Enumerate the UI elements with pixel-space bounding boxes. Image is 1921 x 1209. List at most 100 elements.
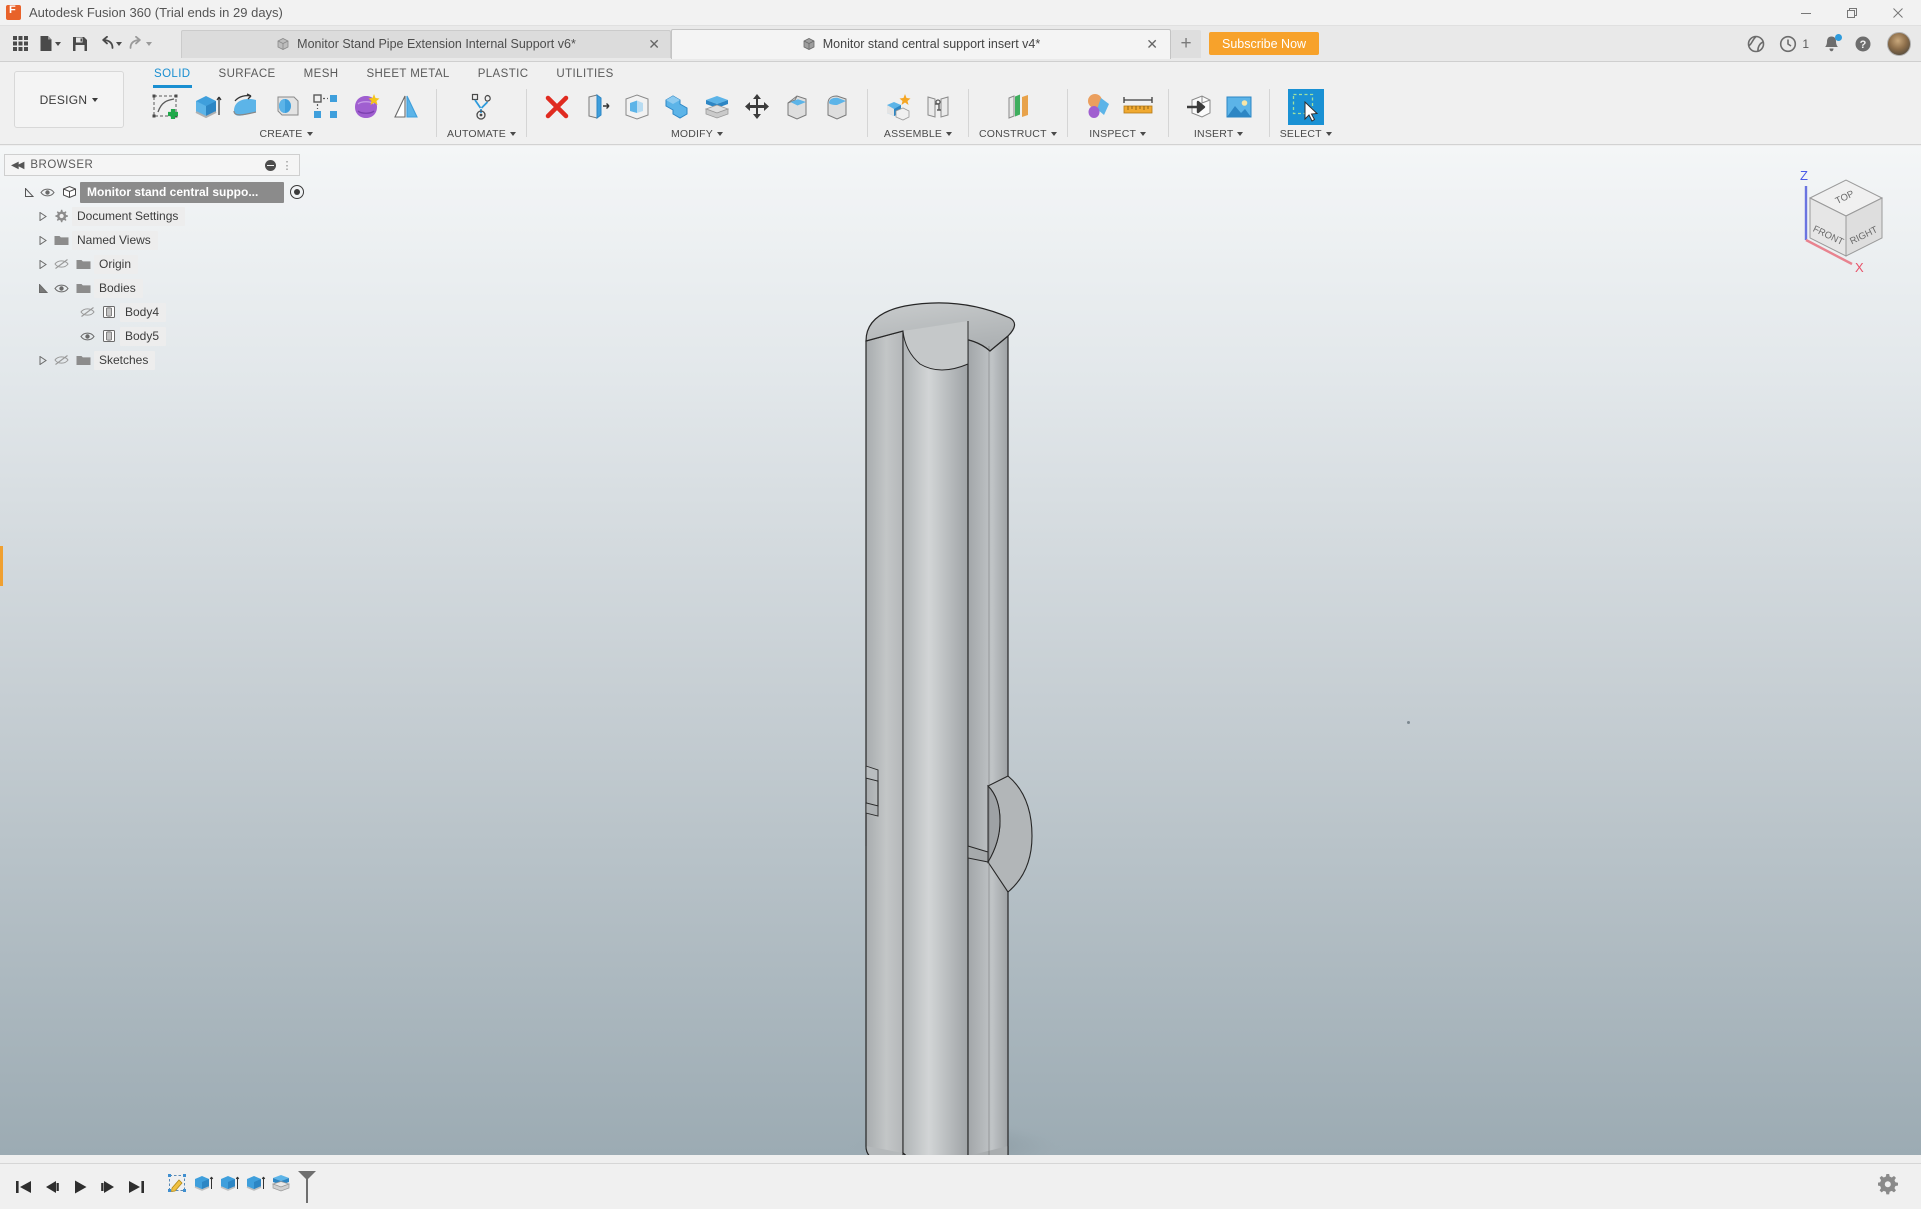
new-component-icon[interactable] xyxy=(878,88,918,126)
timeline-extrude-3-icon[interactable] xyxy=(242,1170,268,1196)
expander-collapsed-icon[interactable] xyxy=(36,235,50,245)
subscribe-now-button[interactable]: Subscribe Now xyxy=(1209,32,1320,55)
visibility-eye-icon[interactable] xyxy=(36,187,58,198)
joint-icon[interactable] xyxy=(918,88,958,126)
visibility-eye-icon[interactable] xyxy=(50,283,72,294)
move-copy-icon[interactable] xyxy=(737,88,777,126)
ribbon-tab-sheet-metal[interactable]: SHEET METAL xyxy=(352,62,463,85)
create-form-icon[interactable] xyxy=(346,88,386,126)
expander-expanded-icon[interactable] xyxy=(36,283,50,293)
visibility-eye-hidden-icon[interactable] xyxy=(76,306,98,318)
tree-item-named-views[interactable]: Named Views xyxy=(4,228,300,252)
app-grid-icon[interactable] xyxy=(7,31,33,57)
revolve-icon[interactable] xyxy=(226,88,266,126)
help-icon[interactable]: ? xyxy=(1854,35,1872,53)
measure-icon[interactable] xyxy=(1118,88,1158,126)
tree-item-sketches[interactable]: Sketches xyxy=(4,348,300,372)
fillet-icon[interactable] xyxy=(817,88,857,126)
ribbon-tab-surface[interactable]: SURFACE xyxy=(205,62,290,85)
panel-automate-label[interactable]: AUTOMATE xyxy=(447,128,516,140)
offset-face-icon[interactable] xyxy=(697,88,737,126)
chamfer-icon[interactable] xyxy=(777,88,817,126)
workspace-switcher-button[interactable]: DESIGN xyxy=(14,71,124,128)
ribbon-tab-mesh[interactable]: MESH xyxy=(290,62,353,85)
ribbon-tab-solid[interactable]: SOLID xyxy=(140,62,205,88)
maximize-button[interactable] xyxy=(1829,0,1875,26)
press-pull-icon[interactable] xyxy=(577,88,617,126)
panel-inspect-label[interactable]: INSPECT xyxy=(1089,128,1147,140)
tree-item-origin[interactable]: Origin xyxy=(4,252,300,276)
document-tab-2-close-icon[interactable]: ✕ xyxy=(1146,37,1158,51)
tree-item-document-settings[interactable]: Document Settings xyxy=(4,204,300,228)
shell-icon[interactable] xyxy=(617,88,657,126)
panel-select-label[interactable]: SELECT xyxy=(1280,128,1332,140)
tree-item-body4[interactable]: Body4 xyxy=(4,300,300,324)
view-cube[interactable]: TOP FRONT RIGHT Z X xyxy=(1776,156,1896,276)
delete-icon[interactable] xyxy=(537,88,577,126)
panel-modify-label[interactable]: MODIFY xyxy=(671,128,723,140)
activate-component-radio[interactable] xyxy=(290,185,305,199)
expander-collapsed-icon[interactable] xyxy=(36,211,50,221)
extension-icon[interactable] xyxy=(1747,35,1765,53)
file-icon[interactable] xyxy=(37,31,63,57)
panel-construct-label[interactable]: CONSTRUCT xyxy=(979,128,1057,140)
panel-assemble-label[interactable]: ASSEMBLE xyxy=(884,128,953,140)
step-back-icon[interactable] xyxy=(38,1173,66,1201)
expander-collapsed-icon[interactable] xyxy=(36,259,50,269)
tree-item-bodies[interactable]: Bodies xyxy=(4,276,300,300)
circle-minus-icon[interactable] xyxy=(264,159,276,171)
minimize-button[interactable] xyxy=(1783,0,1829,26)
visibility-eye-icon[interactable] xyxy=(76,331,98,342)
ribbon-tab-utilities[interactable]: UTILITIES xyxy=(542,62,627,85)
step-forward-icon[interactable] xyxy=(94,1173,122,1201)
sweep-icon[interactable] xyxy=(266,88,306,126)
create-sketch-icon[interactable] xyxy=(146,88,186,126)
insert-derive-icon[interactable] xyxy=(1179,88,1219,126)
panel-grip-icon[interactable]: ⋮ xyxy=(282,159,294,172)
job-status-clock-icon[interactable]: 1 xyxy=(1779,35,1809,53)
mirror-icon[interactable] xyxy=(386,88,426,126)
expander-collapsed-icon[interactable] xyxy=(36,355,50,365)
document-tab-2[interactable]: Monitor stand central support insert v4*… xyxy=(671,28,1171,59)
timeline-end-marker[interactable] xyxy=(294,1170,320,1204)
close-button[interactable] xyxy=(1875,0,1921,26)
document-tab-1-label: Monitor Stand Pipe Extension Internal Su… xyxy=(297,37,576,51)
ribbon-tab-plastic[interactable]: PLASTIC xyxy=(464,62,543,85)
visibility-eye-hidden-icon[interactable] xyxy=(50,354,72,366)
collapse-left-icon[interactable]: ◀◀ xyxy=(11,160,24,171)
timeline-extrude-2-icon[interactable] xyxy=(216,1170,242,1196)
expander-expanded-icon[interactable] xyxy=(22,187,36,197)
timeline-combine-icon[interactable] xyxy=(268,1170,294,1196)
timeline-extrude-1-icon[interactable] xyxy=(190,1170,216,1196)
offset-plane-icon[interactable] xyxy=(998,88,1038,126)
tree-item-body5[interactable]: Body5 xyxy=(4,324,300,348)
notifications-bell-icon[interactable] xyxy=(1823,33,1842,53)
extrude-icon[interactable] xyxy=(186,88,226,126)
browser-header[interactable]: ◀◀ BROWSER ⋮ xyxy=(4,154,300,176)
new-tab-button[interactable]: + xyxy=(1171,29,1201,58)
combine-icon[interactable] xyxy=(657,88,697,126)
timeline-features xyxy=(164,1170,320,1204)
insert-canvas-icon[interactable] xyxy=(1219,88,1259,126)
gear-icon[interactable] xyxy=(1877,1173,1899,1200)
go-to-beginning-icon[interactable] xyxy=(10,1173,38,1201)
timeline-sketch-icon[interactable] xyxy=(164,1170,190,1196)
panel-insert-label[interactable]: INSERT xyxy=(1194,128,1244,140)
user-avatar[interactable] xyxy=(1887,31,1911,56)
select-icon[interactable] xyxy=(1284,88,1328,126)
go-to-end-icon[interactable] xyxy=(122,1173,150,1201)
undo-icon[interactable] xyxy=(97,31,123,57)
play-icon[interactable] xyxy=(66,1173,94,1201)
section-analysis-icon[interactable] xyxy=(1078,88,1118,126)
document-tab-1[interactable]: Monitor Stand Pipe Extension Internal Su… xyxy=(181,29,671,58)
save-icon[interactable] xyxy=(67,31,93,57)
visibility-eye-hidden-icon[interactable] xyxy=(50,258,72,270)
panel-create-label[interactable]: CREATE xyxy=(259,128,313,140)
document-tab-1-close-icon[interactable]: ✕ xyxy=(648,37,660,51)
viewport-canvas[interactable]: ◀◀ BROWSER ⋮ Monitor stand central suppo… xyxy=(0,146,1921,1155)
automated-modeling-icon[interactable] xyxy=(461,88,501,126)
pattern-icon[interactable] xyxy=(306,88,346,126)
notification-dot xyxy=(1835,33,1842,41)
redo-icon[interactable] xyxy=(127,31,153,57)
tree-item-root[interactable]: Monitor stand central suppo... xyxy=(4,180,305,204)
